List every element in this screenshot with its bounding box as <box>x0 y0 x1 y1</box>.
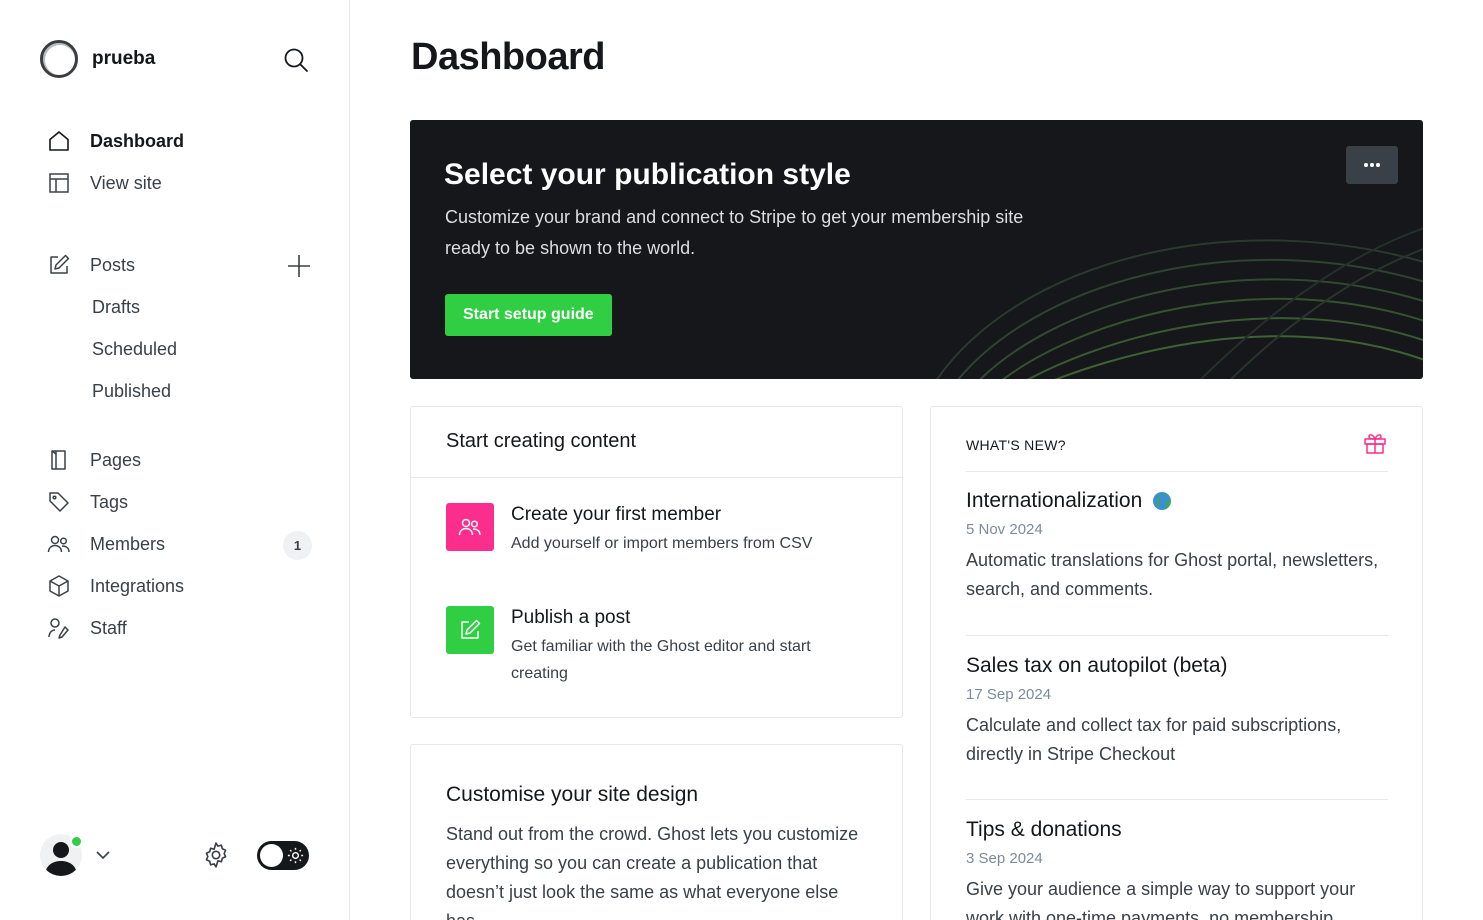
members-icon <box>446 503 494 551</box>
start-creating-heading: Start creating content <box>411 407 902 478</box>
edit-icon <box>46 252 72 278</box>
news-text: Calculate and collect tax for paid subsc… <box>966 715 1342 764</box>
nav-label-members: Members <box>90 533 166 554</box>
search-icon <box>284 48 308 72</box>
banner-menu-button[interactable] <box>1346 146 1398 184</box>
theme-toggle[interactable] <box>257 841 309 870</box>
site-design-title: Customise your site design <box>446 783 699 806</box>
divider <box>966 471 1388 472</box>
nav-label-staff: Staff <box>90 617 127 638</box>
site-design-card[interactable]: Customise your site design Stand out fro… <box>410 744 903 920</box>
nav-item-dashboard[interactable]: Dashboard <box>46 126 184 156</box>
nav-item-integrations[interactable]: Integrations <box>46 571 184 601</box>
news-item[interactable]: Internationalization 5 Nov 2024 Automati… <box>966 487 1391 604</box>
nav-item-members[interactable]: Members <box>46 529 165 559</box>
nav-label-pages: Pages <box>90 449 142 470</box>
start-setup-guide-button[interactable]: Start setup guide <box>445 294 612 336</box>
task-description: Get familiar with the Ghost editor and s… <box>511 638 811 682</box>
nav-label-view-site: View site <box>90 172 162 193</box>
layout-icon <box>46 170 72 196</box>
staff-icon <box>46 615 72 641</box>
site-name: prueba <box>92 48 156 69</box>
nav-label-tags: Tags <box>90 491 129 512</box>
nav-label-dashboard: Dashboard <box>90 130 185 151</box>
gear-icon <box>205 842 227 868</box>
online-status-dot <box>70 835 83 848</box>
divider <box>966 635 1388 636</box>
news-date: 5 Nov 2024 <box>966 521 1043 538</box>
sidebar: prueba Dashboard View site Posts Drafts … <box>0 0 350 920</box>
tag-icon <box>46 489 72 515</box>
members-count-badge: 1 <box>283 531 312 560</box>
task-title: Create your first member <box>511 504 722 525</box>
site-brand[interactable]: prueba <box>40 40 155 78</box>
more-icon <box>1364 163 1380 167</box>
start-creating-card: Start creating content Create your first… <box>410 406 903 718</box>
nav-item-pages[interactable]: Pages <box>46 445 141 475</box>
plus-icon <box>288 255 310 277</box>
add-post-button[interactable] <box>286 253 312 279</box>
setup-banner: Select your publication style Customize … <box>410 120 1423 379</box>
chevron-down-icon <box>96 851 110 860</box>
news-title: Internationalization <box>966 489 1143 512</box>
news-item[interactable]: Tips & donations 3 Sep 2024 Give your au… <box>966 816 1391 920</box>
task-publish-post[interactable]: Publish a post Get familiar with the Gho… <box>446 606 841 687</box>
whats-new-heading: WHAT'S NEW? <box>966 437 1066 453</box>
search-button[interactable] <box>282 46 310 74</box>
nav-item-view-site[interactable]: View site <box>46 168 162 198</box>
task-create-member[interactable]: Create your first member Add yourself or… <box>446 503 871 557</box>
globe-icon <box>1153 492 1172 510</box>
news-date: 17 Sep 2024 <box>966 686 1052 703</box>
task-description: Add yourself or import members from CSV <box>511 535 813 552</box>
divider <box>966 799 1388 800</box>
members-icon <box>46 531 72 557</box>
nav-item-scheduled[interactable]: Scheduled <box>92 334 177 364</box>
banner-description: Customize your brand and connect to Stri… <box>445 207 1024 258</box>
nav-label-integrations: Integrations <box>90 575 185 596</box>
toggle-knob <box>260 844 283 867</box>
news-title: Sales tax on autopilot (beta) <box>966 654 1228 677</box>
news-text: Give your audience a simple way to suppo… <box>966 879 1356 920</box>
box-icon <box>46 573 72 599</box>
news-date: 3 Sep 2024 <box>966 850 1043 867</box>
whats-new-card: WHAT'S NEW? Internationalization 5 Nov 2… <box>930 406 1423 920</box>
page-title: Dashboard <box>411 36 605 78</box>
nav-item-staff[interactable]: Staff <box>46 613 127 643</box>
site-logo <box>40 40 78 78</box>
edit-icon <box>446 606 494 654</box>
page-icon <box>46 447 72 473</box>
news-title: Tips & donations <box>966 818 1122 841</box>
gift-icon[interactable] <box>1363 431 1387 455</box>
news-text: Automatic translations for Ghost portal,… <box>966 550 1379 599</box>
nav-item-drafts[interactable]: Drafts <box>92 292 140 322</box>
home-icon <box>46 128 72 154</box>
nav-item-published[interactable]: Published <box>92 376 171 406</box>
nav-item-tags[interactable]: Tags <box>46 487 128 517</box>
banner-title: Select your publication style <box>444 158 851 191</box>
settings-button[interactable] <box>202 841 230 869</box>
task-title: Publish a post <box>511 607 631 628</box>
news-item[interactable]: Sales tax on autopilot (beta) 17 Sep 202… <box>966 652 1391 769</box>
site-design-text: Stand out from the crowd. Ghost lets you… <box>446 824 859 920</box>
nav-label-posts: Posts <box>90 254 136 275</box>
sun-icon <box>287 847 304 864</box>
nav-item-posts[interactable]: Posts <box>46 250 135 280</box>
